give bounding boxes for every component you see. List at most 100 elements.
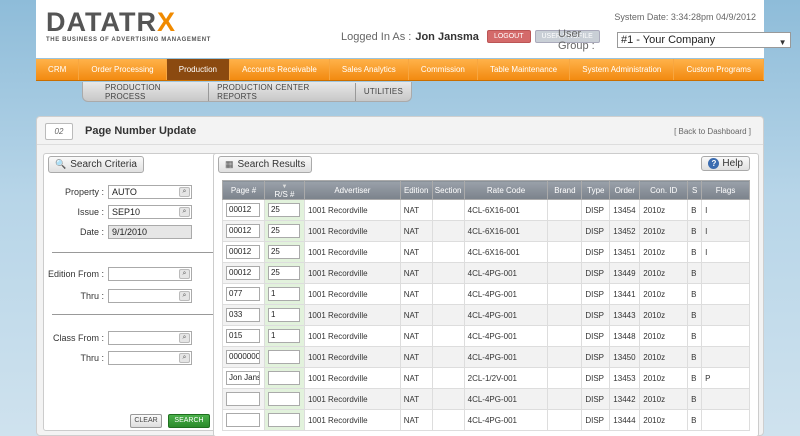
table-row[interactable]: 00012 25 1001 Recordville NAT 4CL-6X16-001 DI…	[222, 241, 750, 263]
table-row[interactable]: 077 1 1001 Recordville NAT 4CL-4PG-001 DISP 13…	[222, 283, 750, 305]
issue-row: Issue : SEP10 ⌕	[44, 204, 240, 220]
subnav-production-process[interactable]: PRODUCTION PROCESS	[97, 82, 210, 101]
page-number-input[interactable]: 077	[226, 287, 260, 301]
rs-number-input[interactable]	[267, 413, 300, 427]
nav-item-commission[interactable]: Commission	[409, 59, 478, 80]
rs-number-input[interactable]: 1	[267, 308, 300, 322]
page-number-cell: 00012	[222, 220, 265, 242]
cell-section	[431, 388, 465, 410]
cell-order: 13442	[609, 388, 641, 410]
subnav-utilities[interactable]: UTILITIES	[356, 87, 411, 96]
results-header: ▦ Search Results ? Help	[214, 154, 758, 180]
col-s[interactable]: S	[687, 180, 703, 200]
class-thru-input[interactable]: ⌕	[108, 351, 192, 365]
table-row[interactable]: 00012 25 1001 Recordville NAT 4CL-6X16-001 DI…	[222, 220, 750, 242]
col-brand[interactable]: Brand	[547, 180, 583, 200]
page-number-input[interactable]: 00012	[226, 203, 260, 217]
nav-item-accounts-receivable[interactable]: Accounts Receivable	[230, 59, 330, 80]
logo-x: X	[156, 7, 176, 37]
rs-number-input[interactable]: 1	[267, 287, 300, 301]
cell-advertiser: 1001 Recordville	[303, 367, 401, 389]
table-row[interactable]: 00012 25 1001 Recordville NAT 4CL-6X16-001 DI…	[222, 199, 750, 221]
rs-number-input[interactable]: 25	[267, 224, 300, 238]
search-results-tab[interactable]: ▦ Search Results	[218, 156, 313, 173]
nav-item-production[interactable]: Production	[166, 59, 231, 80]
nav-item-system-administration[interactable]: System Administration	[570, 59, 675, 80]
property-input[interactable]: AUTO ⌕	[108, 185, 192, 199]
cell-type: DISP	[581, 367, 611, 389]
table-row[interactable]: 00012 25 1001 Recordville NAT 4CL-4PG-001 DIS…	[222, 262, 750, 284]
lookup-icon[interactable]: ⌕	[179, 207, 190, 217]
page-number-input[interactable]: Jon Jans	[226, 371, 260, 385]
nav-item-sales-analytics[interactable]: Sales Analytics	[330, 59, 409, 80]
date-label: Date :	[79, 227, 104, 237]
cell-order: 13454	[609, 199, 641, 221]
cell-section	[431, 367, 465, 389]
col-rate-code[interactable]: Rate Code	[463, 180, 549, 200]
col-edition[interactable]: Edition	[399, 180, 433, 200]
rs-number-input[interactable]: 25	[267, 203, 300, 217]
search-button[interactable]: SEARCH	[168, 414, 210, 428]
col-advertiser[interactable]: Advertiser	[303, 180, 401, 200]
col-section[interactable]: Section	[431, 180, 465, 200]
table-row[interactable]: 033 1 1001 Recordville NAT 4CL-4PG-001 DISP 13…	[222, 304, 750, 326]
table-row[interactable]: Jon Jans 1001 Recordville NAT 2CL-1/2V-001 D…	[222, 367, 750, 389]
rs-number-input[interactable]	[267, 350, 300, 364]
user-group-select[interactable]: #1 - Your Company ▼	[617, 32, 791, 48]
back-to-dashboard-link[interactable]: [ Back to Dashboard ]	[674, 127, 751, 136]
rs-number-input[interactable]	[267, 392, 300, 406]
rs-number-cell	[263, 409, 305, 431]
table-row[interactable]: 015 1 1001 Recordville NAT 4CL-4PG-001 DISP 13…	[222, 325, 750, 347]
datatrax-logo[interactable]: DATATRX THE BUSINESS OF ADVERTISING MANA…	[46, 8, 211, 43]
logout-button[interactable]: LOGOUT	[486, 30, 531, 43]
cell-type: DISP	[581, 325, 611, 347]
user-group-value: #1 - Your Company	[621, 34, 716, 46]
cell-edition: NAT	[399, 388, 433, 410]
help-button[interactable]: ? Help	[701, 156, 750, 171]
page-number-input[interactable]: 00012	[226, 266, 260, 280]
table-row[interactable]: 0000000 1001 Recordville NAT 4CL-4PG-001 DIS…	[222, 346, 750, 368]
subnav-production-center-reports[interactable]: PRODUCTION CENTER REPORTS	[209, 82, 356, 101]
edition-from-row: Edition From : ⌕	[44, 266, 240, 282]
edition-from-label: Edition From :	[47, 269, 104, 279]
nav-item-custom-programs[interactable]: Custom Programs	[674, 59, 765, 80]
col-con-id[interactable]: Con. ID	[639, 180, 689, 200]
page-number-input[interactable]: 00012	[226, 245, 260, 259]
col-rs[interactable]: ▼ R/S #	[263, 180, 305, 200]
edition-from-input[interactable]: ⌕	[108, 267, 192, 281]
nav-item-crm[interactable]: CRM	[36, 59, 80, 80]
lookup-icon[interactable]: ⌕	[179, 333, 190, 343]
divider	[52, 314, 230, 315]
cell-type: DISP	[581, 220, 611, 242]
page-number-input[interactable]	[226, 392, 260, 406]
rs-number-input[interactable]: 1	[267, 329, 300, 343]
cell-advertiser: 1001 Recordville	[303, 304, 401, 326]
nav-item-order-processing[interactable]: Order Processing	[79, 59, 167, 80]
lookup-icon[interactable]: ⌕	[179, 269, 190, 279]
col-flags[interactable]: Flags	[701, 180, 750, 200]
rs-number-input[interactable]: 25	[267, 266, 300, 280]
clear-button[interactable]: CLEAR	[130, 414, 162, 428]
cell-rate-code: 4CL-6X16-001	[463, 220, 549, 242]
page-number-input[interactable]	[226, 413, 260, 427]
col-order[interactable]: Order	[609, 180, 641, 200]
rs-number-input[interactable]: 25	[267, 245, 300, 259]
col-type[interactable]: Type	[581, 180, 611, 200]
search-criteria-tab[interactable]: 🔍 Search Criteria	[48, 156, 144, 173]
edition-thru-input[interactable]: ⌕	[108, 289, 192, 303]
page-number-input[interactable]: 015	[226, 329, 260, 343]
rs-number-input[interactable]	[267, 371, 300, 385]
nav-item-table-maintenance[interactable]: Table Maintenance	[478, 59, 571, 80]
col-page[interactable]: Page #	[222, 180, 265, 200]
page-number-input[interactable]: 00012	[226, 224, 260, 238]
page-number-input[interactable]: 0000000	[226, 350, 260, 364]
table-row[interactable]: 1001 Recordville NAT 4CL-4PG-001 DISP 13444 2…	[222, 409, 750, 431]
table-row[interactable]: 1001 Recordville NAT 4CL-4PG-001 DISP 13442 2…	[222, 388, 750, 410]
issue-input[interactable]: SEP10 ⌕	[108, 205, 192, 219]
class-from-input[interactable]: ⌕	[108, 331, 192, 345]
lookup-icon[interactable]: ⌕	[179, 291, 190, 301]
lookup-icon[interactable]: ⌕	[179, 187, 190, 197]
edition-thru-row: Thru : ⌕	[44, 288, 240, 304]
lookup-icon[interactable]: ⌕	[179, 353, 190, 363]
page-number-input[interactable]: 033	[226, 308, 260, 322]
